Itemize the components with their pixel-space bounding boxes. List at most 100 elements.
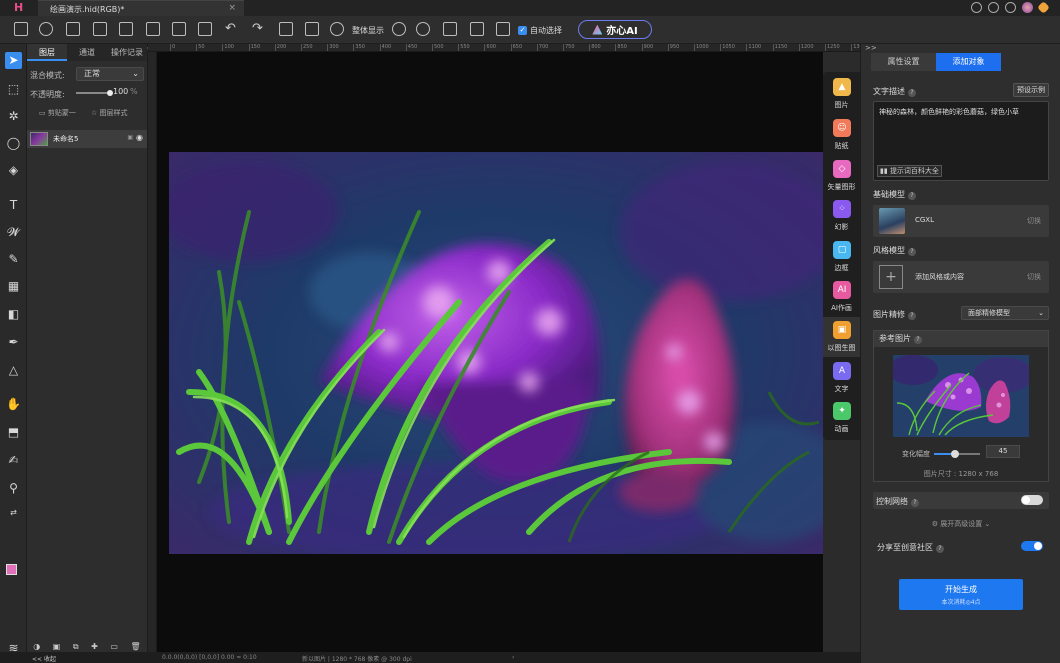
mail-icon[interactable] — [971, 2, 982, 13]
dock-item-phantom[interactable]: ⁘ 幻影 — [823, 196, 860, 236]
fill-bucket-icon[interactable]: ◈ — [5, 162, 22, 179]
help-icon[interactable]: ? — [908, 312, 916, 320]
text-tool-icon[interactable]: T — [5, 197, 22, 214]
opacity-value[interactable]: 100 — [113, 87, 128, 96]
collapse-right-panel-button[interactable]: >> — [865, 44, 877, 52]
magic-wand-icon[interactable]: ✲ — [5, 108, 22, 125]
layer-style-button[interactable]: ☆ 图层样式 — [91, 107, 128, 120]
trash-icon[interactable]: 🗑 — [131, 642, 141, 652]
fine-tune-select[interactable]: 面部精修模型 ⌄ — [961, 306, 1049, 320]
dock-item-frame[interactable]: ▢ 边框 — [823, 237, 860, 277]
dock-item-image[interactable]: ▲ 图片 — [823, 74, 860, 114]
layer-row[interactable]: 未命名5 ▣ ◉ — [27, 130, 147, 148]
eyedropper-icon[interactable]: ⚲ — [5, 480, 22, 497]
control-net-toggle[interactable] — [1021, 495, 1043, 505]
save-icon[interactable] — [93, 22, 107, 36]
strength-value-input[interactable]: 45 — [986, 445, 1020, 458]
redo-icon[interactable]: ↷ — [252, 22, 266, 36]
vip-gem-icon[interactable] — [1037, 1, 1050, 14]
duplicate-icon[interactable] — [198, 22, 212, 36]
clip-mask-button[interactable]: ▭ 剪贴蒙一 — [39, 107, 76, 120]
dock-item-animation[interactable]: ✦ 动画 — [823, 398, 860, 438]
hand-tool-icon[interactable]: ✋ — [5, 396, 22, 413]
zoom-select[interactable]: 整体显示 — [352, 25, 384, 36]
opacity-slider[interactable] — [76, 90, 113, 96]
copy-icon[interactable] — [172, 22, 186, 36]
move-tool-icon[interactable]: ➤ — [5, 52, 22, 69]
canvas-area[interactable] — [157, 52, 823, 652]
switch-style-model-button[interactable]: 切换 — [1027, 272, 1041, 282]
print-icon[interactable] — [146, 22, 160, 36]
blend-mode-select[interactable]: 正常 ⌄ — [76, 67, 144, 81]
marquee-tool-icon[interactable]: ⬚ — [5, 81, 22, 98]
lasso-icon[interactable]: ◯ — [5, 135, 22, 152]
canvas-artwork[interactable] — [169, 152, 823, 554]
add-icon[interactable] — [39, 22, 53, 36]
advanced-settings-toggle[interactable]: ⚙ 展开高级设置 ⌄ — [861, 519, 1060, 529]
style-model-card[interactable]: + 添加风格或内容 切换 — [873, 261, 1049, 293]
share-toggle[interactable] — [1021, 541, 1043, 551]
swap-colors-icon[interactable]: ⇄ — [5, 504, 22, 521]
prompt-encyclopedia-button[interactable]: ▮▮ 提示词百科大全 — [877, 165, 942, 177]
dock-item-ai-paint[interactable]: AI AI作画 — [823, 277, 860, 317]
help-icon[interactable]: ? — [908, 89, 916, 97]
foreground-color-swatch[interactable] — [6, 564, 17, 575]
dock-item-vector[interactable]: ◇ 矢量图形 — [823, 156, 860, 196]
help-icon[interactable]: ? — [908, 192, 916, 200]
shape-tool-icon[interactable]: △ — [5, 362, 22, 379]
transform-icon[interactable]: ⬒ — [5, 424, 22, 441]
auto-select-checkbox[interactable]: ✓ 自动选择 — [518, 25, 562, 36]
adjustment-icon[interactable]: ◑ — [33, 642, 40, 652]
close-tab-icon[interactable]: × — [228, 3, 236, 13]
avatar[interactable] — [1022, 2, 1033, 13]
zoom-out-icon[interactable] — [392, 22, 406, 36]
strength-slider[interactable] — [934, 450, 980, 458]
scroll-left-icon[interactable]: ‹ — [512, 654, 514, 661]
reference-image[interactable] — [893, 355, 1029, 437]
calligraphy-icon[interactable]: 𝓦 — [5, 224, 22, 241]
save-as-icon[interactable] — [119, 22, 133, 36]
align-icon[interactable] — [279, 22, 293, 36]
help-icon[interactable]: ? — [914, 336, 922, 344]
switch-base-model-button[interactable]: 切换 — [1027, 216, 1041, 226]
delete-icon[interactable] — [305, 22, 319, 36]
lock-icon[interactable]: ▣ — [127, 134, 133, 141]
plus-icon[interactable]: + — [879, 265, 903, 289]
group-icon[interactable]: ⧉ — [73, 642, 79, 652]
prompt-textarea[interactable]: 神秘的森林，颜色鲜艳的彩色蘑菇，绿色小草 ▮▮ 提示词百科大全 — [873, 101, 1049, 181]
collapse-panels-button[interactable]: << 收起 — [32, 654, 56, 663]
tab-layers[interactable]: 图层 — [27, 44, 67, 61]
open-folder-icon[interactable] — [66, 22, 80, 36]
help-icon[interactable]: ? — [911, 499, 919, 507]
dock-item-image-to-image[interactable]: ▣ 以图生图 — [823, 317, 860, 357]
tab-channels[interactable]: 通道 — [67, 44, 107, 61]
document-tab[interactable]: 绘画演示.hid(RGB)* × — [38, 0, 244, 16]
new-file-icon[interactable] — [14, 22, 28, 36]
eraser-icon[interactable]: ◧ — [5, 306, 22, 323]
tab-add-object[interactable]: 添加对象 — [936, 53, 1001, 71]
undo-icon[interactable]: ↶ — [225, 22, 239, 36]
crop-icon[interactable] — [443, 22, 457, 36]
strength-slider-knob[interactable] — [950, 450, 959, 458]
folder-icon[interactable]: ▭ — [110, 642, 118, 652]
pen-icon[interactable]: ✒ — [5, 334, 22, 351]
eye-icon[interactable]: ◉ — [136, 133, 143, 142]
smudge-icon[interactable]: ✍ — [5, 452, 22, 469]
zoom-in-icon[interactable] — [330, 22, 344, 36]
pattern-brush-icon[interactable]: ▦ — [5, 278, 22, 295]
dock-item-sticker[interactable]: ☺ 贴纸 — [823, 115, 860, 155]
dock-item-text[interactable]: A 文字 — [823, 358, 860, 398]
new-layer-icon[interactable]: ✚ — [91, 642, 98, 652]
brush-icon[interactable]: ✎ — [5, 251, 22, 268]
tab-history[interactable]: 操作记录 — [107, 44, 147, 61]
target-icon[interactable] — [416, 22, 430, 36]
export-icon[interactable] — [470, 22, 484, 36]
base-model-card[interactable]: CGXL 切换 — [873, 205, 1049, 237]
preset-sample-button[interactable]: 预设示例 — [1013, 83, 1049, 97]
prompt-text[interactable]: 神秘的森林，颜色鲜艳的彩色蘑菇，绿色小草 — [879, 107, 1019, 117]
generate-button[interactable]: 开始生成 本次消耗◎4点 — [899, 579, 1023, 610]
grid-icon[interactable] — [496, 22, 510, 36]
mask-icon[interactable]: ▣ — [53, 642, 61, 652]
help-icon[interactable]: ? — [908, 248, 916, 256]
help-icon[interactable]: ? — [936, 545, 944, 553]
